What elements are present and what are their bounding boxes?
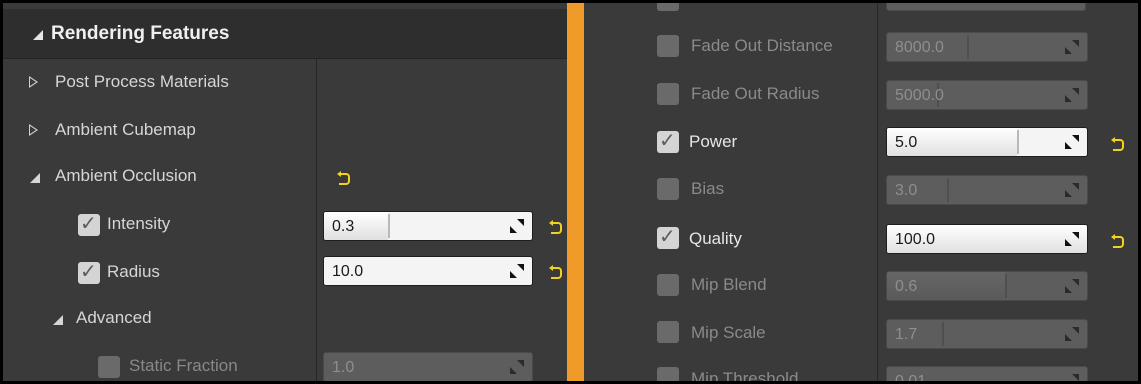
power-value-field[interactable]: 5.0: [886, 127, 1088, 157]
field-value: 1.7: [895, 326, 918, 343]
property-label: Radius: [107, 262, 160, 281]
property-row-radius: ✓ Radius 10.0: [3, 249, 570, 296]
value-fill-edge: [1005, 274, 1007, 298]
reset-to-default-icon[interactable]: [1111, 234, 1125, 248]
collapse-arrow-icon[interactable]: [30, 173, 40, 183]
fade-out-radius-value-field[interactable]: 5000.0: [886, 80, 1088, 110]
radius-override-checkbox[interactable]: ✓: [78, 261, 100, 284]
quality-value-field[interactable]: 100.0: [886, 224, 1088, 254]
collapse-triangle-icon[interactable]: [33, 30, 43, 40]
field-value: 100.0: [895, 231, 936, 248]
static-fraction-override-checkbox[interactable]: [98, 356, 120, 378]
section-title: Rendering Features: [51, 23, 230, 44]
fade-out-distance-value-field[interactable]: 8000.0: [886, 32, 1088, 62]
mip-threshold-value-field[interactable]: 0.01: [886, 366, 1088, 384]
power-override-checkbox[interactable]: ✓: [657, 130, 679, 153]
field-value: 0.01: [895, 373, 927, 384]
expand-arrow-icon[interactable]: [29, 124, 38, 136]
category-advanced[interactable]: Advanced: [3, 297, 570, 344]
drag-resize-icon[interactable]: [1065, 327, 1079, 341]
property-label: Mip Scale: [691, 323, 766, 342]
field-value: 5000.0: [895, 87, 944, 104]
reset-to-default-icon[interactable]: [549, 220, 563, 234]
field-value: 1.0: [332, 359, 355, 376]
checkmark-icon: ✓: [80, 213, 97, 235]
category-label: Ambient Cubemap: [55, 120, 196, 139]
property-label: Mip Blend: [691, 275, 767, 294]
property-label: Fade Out Radius: [691, 84, 820, 103]
drag-resize-icon[interactable]: [1065, 232, 1079, 246]
bias-override-checkbox[interactable]: [657, 178, 679, 200]
mip-threshold-override-checkbox[interactable]: [657, 367, 679, 381]
property-label: Fade Out Distance: [691, 36, 833, 55]
checkmark-icon: ✓: [659, 130, 676, 152]
category-label: Ambient Occlusion: [55, 166, 197, 185]
field-value: 5.0: [895, 134, 918, 151]
column-divider[interactable]: [877, 3, 878, 381]
checkmark-icon: ✓: [80, 261, 97, 283]
field-value: 0.3: [332, 218, 355, 235]
drag-resize-icon[interactable]: [510, 219, 524, 233]
value-fill-edge: [947, 178, 949, 202]
panel-splitter[interactable]: [567, 0, 584, 384]
value-fill-edge: [967, 35, 969, 59]
partial-checkbox[interactable]: [657, 3, 679, 11]
details-panel-left: Rendering Features Post Process Material…: [0, 0, 570, 384]
field-value: 0.6: [895, 278, 918, 295]
property-label: Quality: [689, 229, 742, 248]
partial-value-field[interactable]: [886, 3, 1086, 11]
field-value: 8000.0: [895, 39, 944, 56]
field-value: 10.0: [332, 263, 364, 280]
reset-to-default-icon[interactable]: [1111, 137, 1125, 151]
category-label: Post Process Materials: [55, 72, 229, 91]
category-label: Advanced: [76, 308, 152, 327]
drag-resize-icon[interactable]: [510, 264, 524, 278]
property-label: Intensity: [107, 214, 171, 233]
property-label: Static Fraction: [129, 356, 238, 375]
property-label: Power: [689, 132, 738, 151]
property-label: Mip Threshold: [691, 369, 799, 384]
expand-arrow-icon[interactable]: [29, 76, 38, 88]
mip-scale-override-checkbox[interactable]: [657, 321, 679, 343]
drag-resize-icon[interactable]: [1065, 135, 1079, 149]
bias-value-field[interactable]: 3.0: [886, 175, 1088, 205]
mip-blend-value-field[interactable]: 0.6: [886, 271, 1088, 301]
drag-resize-icon[interactable]: [1065, 279, 1079, 293]
static-fraction-value-field[interactable]: 1.0: [323, 352, 533, 381]
radius-value-field[interactable]: 10.0: [323, 256, 533, 286]
category-ambient-occlusion[interactable]: Ambient Occlusion: [3, 153, 570, 200]
value-fill-edge: [388, 214, 390, 238]
drag-resize-icon[interactable]: [1065, 88, 1079, 102]
section-header[interactable]: Rendering Features: [3, 9, 570, 59]
drag-resize-icon[interactable]: [1065, 40, 1079, 54]
mip-scale-value-field[interactable]: 1.7: [886, 319, 1088, 349]
property-label: Bias: [691, 179, 725, 198]
mip-blend-override-checkbox[interactable]: [657, 274, 679, 296]
drag-resize-icon[interactable]: [510, 360, 524, 374]
property-row-intensity: ✓ Intensity 0.3: [3, 201, 570, 248]
fade-out-radius-override-checkbox[interactable]: [657, 83, 679, 105]
reset-to-default-icon[interactable]: [549, 265, 563, 279]
category-ambient-cubemap[interactable]: Ambient Cubemap: [3, 107, 570, 154]
category-post-process-materials[interactable]: Post Process Materials: [3, 59, 570, 106]
property-row-static-fraction: Static Fraction 1.0: [3, 343, 570, 381]
quality-override-checkbox[interactable]: ✓: [657, 226, 679, 249]
value-fill-edge: [942, 322, 944, 346]
reset-to-default-icon[interactable]: [337, 171, 351, 185]
field-value: 3.0: [895, 182, 918, 199]
collapse-arrow-icon[interactable]: [53, 315, 63, 325]
drag-resize-icon[interactable]: [1065, 183, 1079, 197]
value-fill-edge: [1017, 130, 1019, 154]
details-panel-right: Fade Out Distance 8000.0 Fade Out Radius…: [584, 0, 1141, 384]
drag-resize-icon[interactable]: [1065, 374, 1079, 381]
intensity-override-checkbox[interactable]: ✓: [78, 213, 100, 236]
intensity-value-field[interactable]: 0.3: [323, 211, 533, 241]
fade-out-distance-override-checkbox[interactable]: [657, 35, 679, 57]
checkmark-icon: ✓: [659, 226, 676, 248]
